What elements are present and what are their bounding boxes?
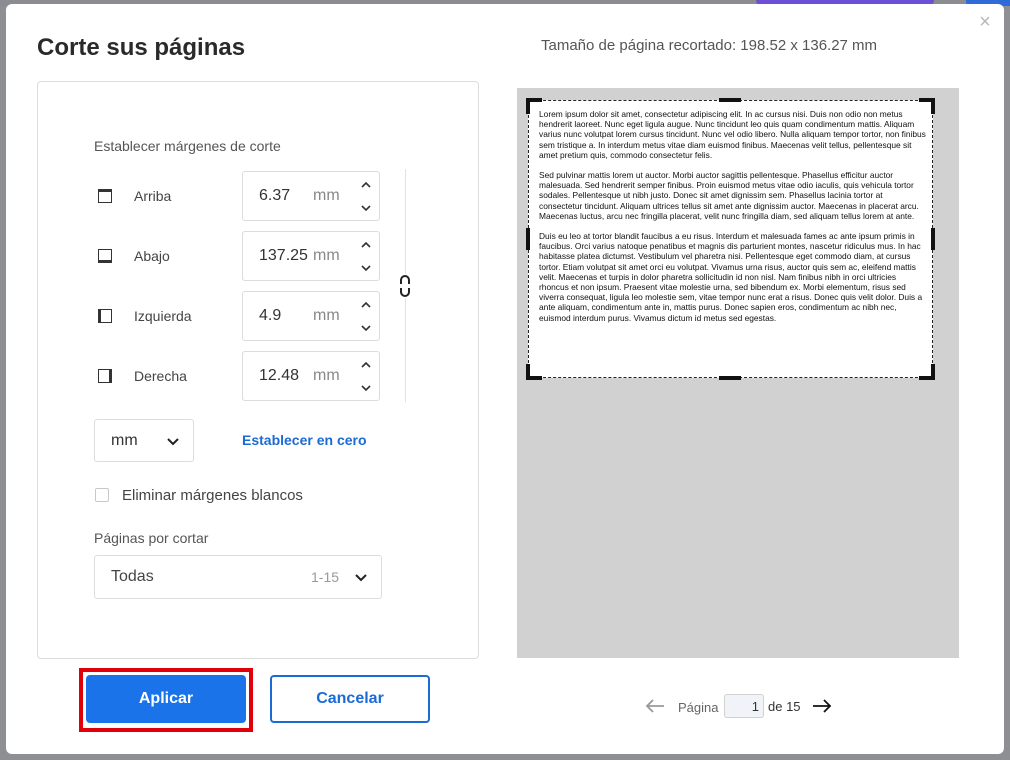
crop-edge-handle[interactable] — [931, 228, 935, 250]
pages-select[interactable]: Todas 1-15 — [94, 555, 382, 599]
set-zero-link[interactable]: Establecer en cero — [242, 432, 367, 448]
apply-button[interactable]: Aplicar — [86, 675, 246, 723]
margin-left-label: Izquierda — [134, 308, 192, 324]
cancel-button[interactable]: Cancelar — [270, 675, 430, 723]
link-icon[interactable] — [398, 274, 412, 298]
margin-bottom-value: 137.25 — [259, 247, 308, 264]
chevron-down-icon — [355, 574, 367, 582]
remove-white-margins-label: Eliminar márgenes blancos — [122, 487, 303, 504]
chevron-up-icon[interactable] — [359, 358, 373, 372]
remove-white-margins-checkbox[interactable] — [95, 488, 109, 502]
margins-section-label: Establecer márgenes de corte — [94, 138, 281, 154]
margin-top-value: 6.37 — [259, 187, 291, 204]
crop-area[interactable] — [528, 100, 933, 378]
chevron-down-icon[interactable] — [359, 261, 373, 275]
page-number-input[interactable]: 1 — [724, 694, 764, 718]
chevron-down-icon[interactable] — [359, 321, 373, 335]
margin-top-unit: mm — [313, 187, 340, 204]
margin-right-input[interactable]: 12.48 mm — [242, 351, 380, 401]
crop-edge-handle[interactable] — [719, 98, 741, 102]
page-word: Página — [678, 700, 719, 715]
margin-left-value: 4.9 — [259, 307, 282, 324]
chevron-up-icon[interactable] — [359, 238, 373, 252]
page-total: de 15 — [768, 699, 801, 714]
pages-select-value: Todas — [111, 568, 154, 585]
pages-range: 1-15 — [311, 569, 340, 585]
page-number-value: 1 — [751, 699, 759, 714]
margin-right-value: 12.48 — [259, 367, 300, 384]
margin-bottom-input[interactable]: 137.25 mm — [242, 231, 380, 281]
crop-corner-handle[interactable] — [526, 364, 542, 380]
arrow-left-icon[interactable] — [644, 697, 666, 715]
close-icon[interactable]: × — [975, 12, 995, 32]
crop-corner-handle[interactable] — [919, 364, 935, 380]
chevron-down-icon[interactable] — [359, 381, 373, 395]
margin-right-icon — [98, 369, 112, 383]
margin-left-unit: mm — [313, 307, 340, 324]
margin-right-unit: mm — [313, 367, 340, 384]
arrow-right-icon[interactable] — [811, 697, 833, 715]
margin-bottom-icon — [98, 249, 112, 263]
crop-corner-handle[interactable] — [526, 98, 542, 114]
margin-left-icon — [98, 309, 112, 323]
chevron-up-icon[interactable] — [359, 178, 373, 192]
unit-select-value: mm — [111, 432, 138, 449]
crop-edge-handle[interactable] — [526, 228, 530, 250]
modal-title: Corte sus páginas — [37, 34, 246, 61]
chevron-up-icon[interactable] — [359, 298, 373, 312]
unit-select[interactable]: mm — [94, 419, 194, 462]
margin-top-label: Arriba — [134, 188, 172, 204]
margin-bottom-unit: mm — [313, 247, 340, 264]
margin-top-icon — [98, 189, 112, 203]
chevron-down-icon[interactable] — [359, 201, 373, 215]
cropped-size-info: Tamaño de página recortado: 198.52 x 136… — [541, 37, 878, 54]
chevron-down-icon — [167, 438, 179, 446]
margin-left-input[interactable]: 4.9 mm — [242, 291, 380, 341]
margin-right-label: Derecha — [134, 368, 187, 384]
crop-edge-handle[interactable] — [719, 376, 741, 380]
margin-top-input[interactable]: 6.37 mm — [242, 171, 380, 221]
pages-label: Páginas por cortar — [94, 530, 209, 546]
crop-corner-handle[interactable] — [919, 98, 935, 114]
margin-bottom-label: Abajo — [134, 248, 170, 264]
